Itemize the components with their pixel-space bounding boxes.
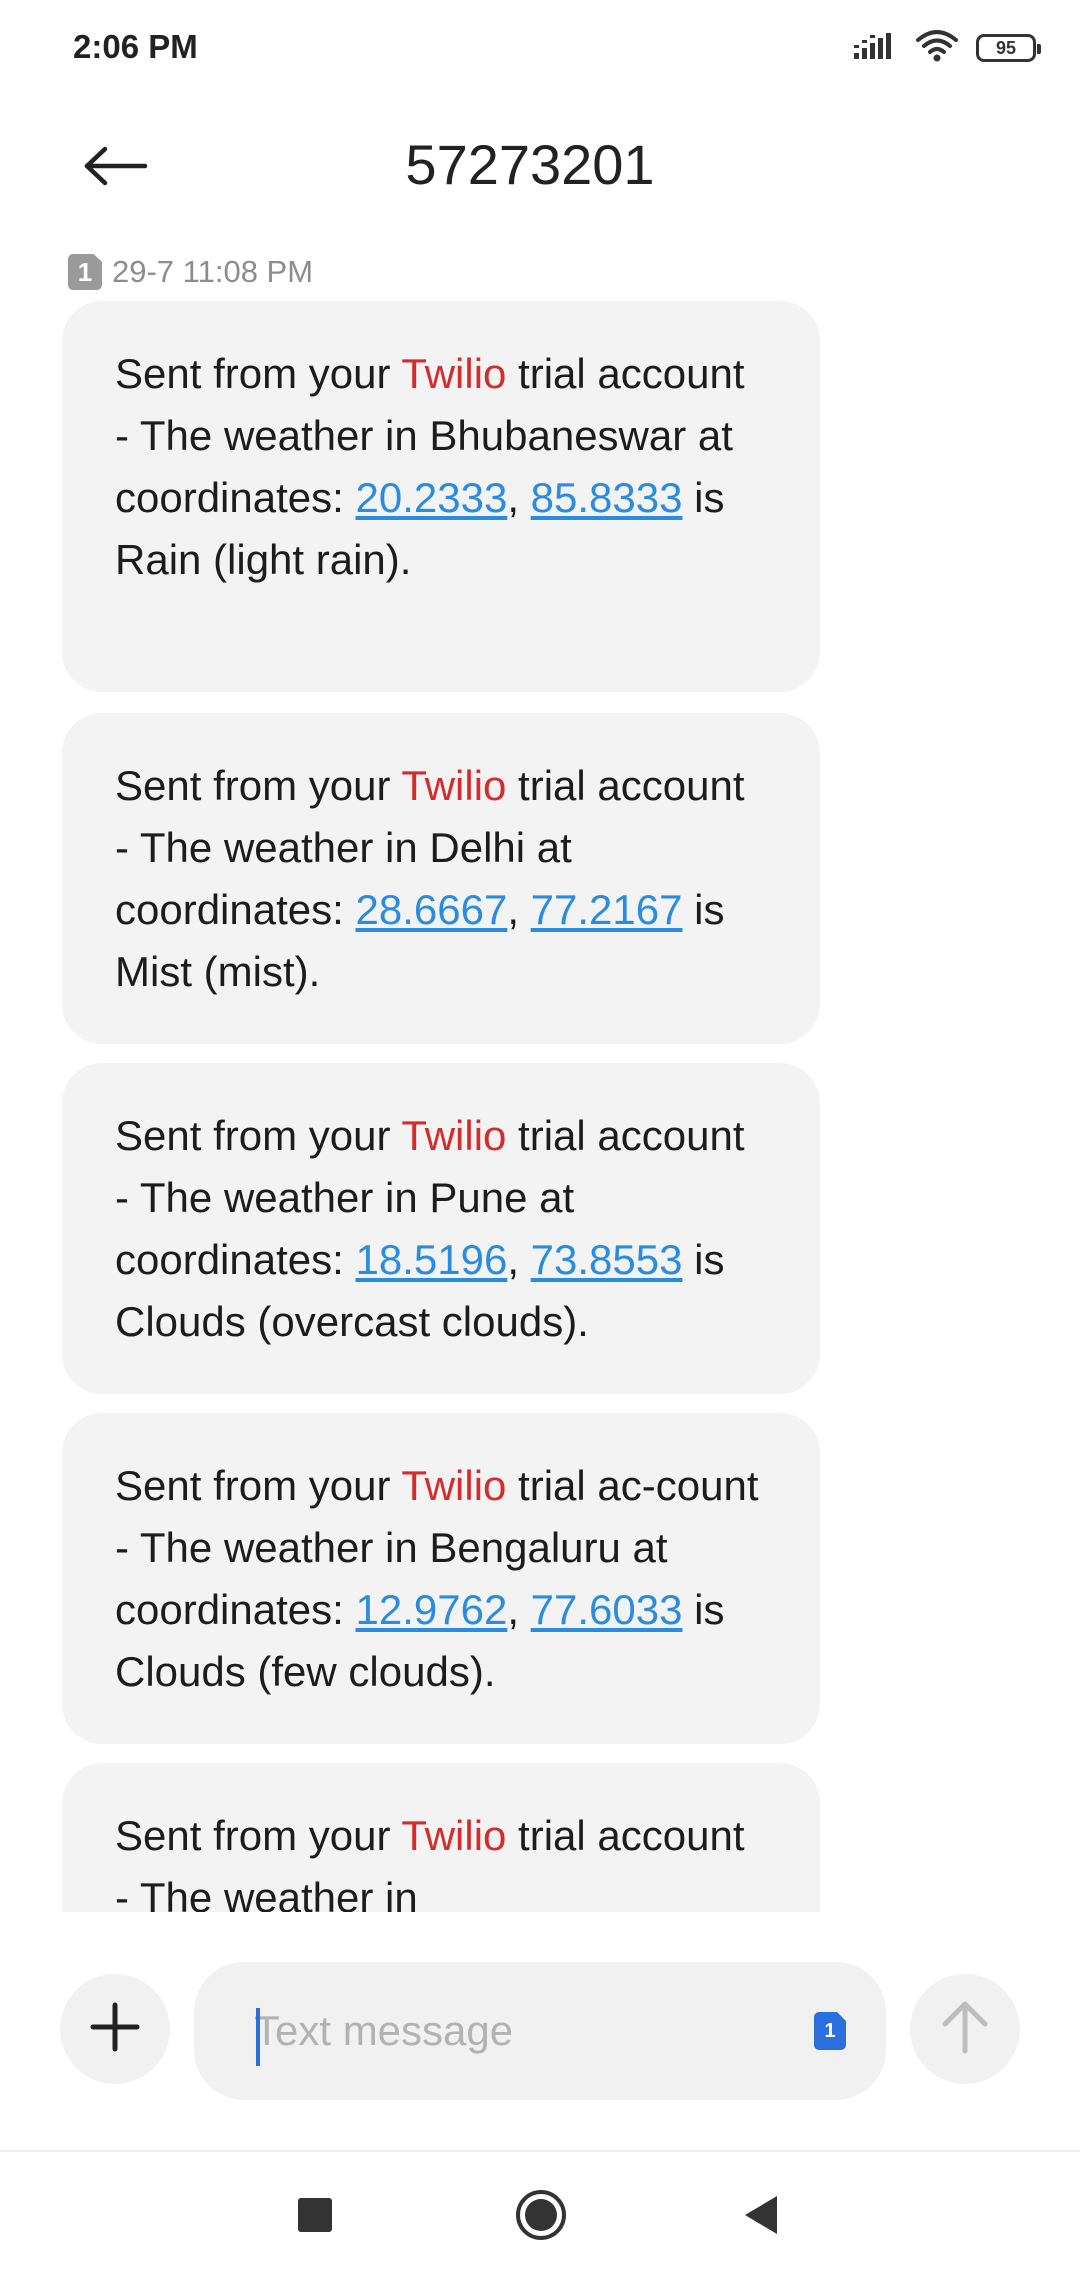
send-button[interactable] [910, 1974, 1020, 2084]
signal-icon [854, 31, 898, 66]
brand-text: Twilio [401, 350, 507, 397]
brand-text: Twilio [401, 1112, 507, 1159]
messaging-screen: 2:06 PM 95 57273201 1 29-7 11:08 PM Sent… [0, 0, 1080, 2280]
brand-text: Twilio [401, 1462, 507, 1509]
separator-text: , [507, 1586, 531, 1633]
longitude-link[interactable]: 73.8553 [531, 1236, 683, 1283]
navigation-bar [0, 2152, 1080, 2280]
timestamp-text: 29-7 11:08 PM [112, 254, 314, 289]
separator-text: , [507, 886, 531, 933]
separator-text: , [507, 474, 531, 521]
home-icon [514, 2188, 568, 2247]
message-input[interactable] [254, 1962, 774, 2100]
message-text: Sent from your [115, 1812, 402, 1859]
latitude-link[interactable]: 18.5196 [355, 1236, 507, 1283]
recent-apps-button[interactable] [270, 2172, 360, 2262]
home-button[interactable] [496, 2172, 586, 2262]
message-bubble[interactable]: Sent from your Twilio trial account - Th… [62, 301, 820, 692]
longitude-link[interactable]: 85.8333 [531, 474, 683, 521]
message-bubble[interactable]: Sent from your Twilio trial ac-count - T… [62, 1413, 820, 1744]
back-triangle-icon [741, 2193, 781, 2242]
battery-icon: 95 [976, 34, 1041, 62]
latitude-link[interactable]: 12.9762 [355, 1586, 507, 1633]
brand-text: Twilio [401, 762, 507, 809]
nav-back-button[interactable] [716, 2172, 806, 2262]
compose-bar: 1 [0, 1940, 1080, 2110]
sim-select-icon[interactable]: 1 [814, 2012, 846, 2050]
message-bubble[interactable]: Sent from your Twilio trial account - Th… [62, 713, 820, 1044]
status-bar: 2:06 PM 95 [0, 0, 1080, 96]
message-bubble[interactable]: Sent from your Twilio trial account - Th… [62, 1763, 820, 1912]
brand-text: Twilio [401, 1812, 507, 1859]
longitude-link[interactable]: 77.6033 [531, 1586, 683, 1633]
message-text: Sent from your [115, 1112, 402, 1159]
message-text: Sent from your [115, 350, 402, 397]
separator-text: , [507, 1236, 531, 1283]
longitude-link[interactable]: 77.2167 [531, 886, 683, 933]
wifi-icon [916, 29, 958, 67]
status-time: 2:06 PM [73, 28, 198, 65]
message-bubble[interactable]: Sent from your Twilio trial account - Th… [62, 1063, 820, 1394]
contact-title: 57273201 [405, 133, 655, 196]
status-icons: 95 [854, 28, 1041, 68]
sim-card-icon: 1 [68, 254, 102, 290]
recent-apps-icon [295, 2195, 335, 2240]
message-text: Sent from your [115, 1462, 402, 1509]
latitude-link[interactable]: 28.6667 [355, 886, 507, 933]
latitude-link[interactable]: 20.2333 [355, 474, 507, 521]
text-cursor [256, 2008, 260, 2066]
add-attachment-button[interactable] [60, 1974, 170, 2084]
message-text: Sent from your [115, 762, 402, 809]
message-input-container[interactable]: 1 [194, 1962, 886, 2100]
message-timestamp: 1 29-7 11:08 PM [68, 252, 313, 292]
arrow-up-icon [940, 1999, 990, 2060]
conversation-header: 57273201 [0, 110, 1080, 226]
message-list[interactable]: 1 29-7 11:08 PM Sent from your Twilio tr… [0, 240, 1080, 1912]
plus-icon [89, 2001, 141, 2058]
